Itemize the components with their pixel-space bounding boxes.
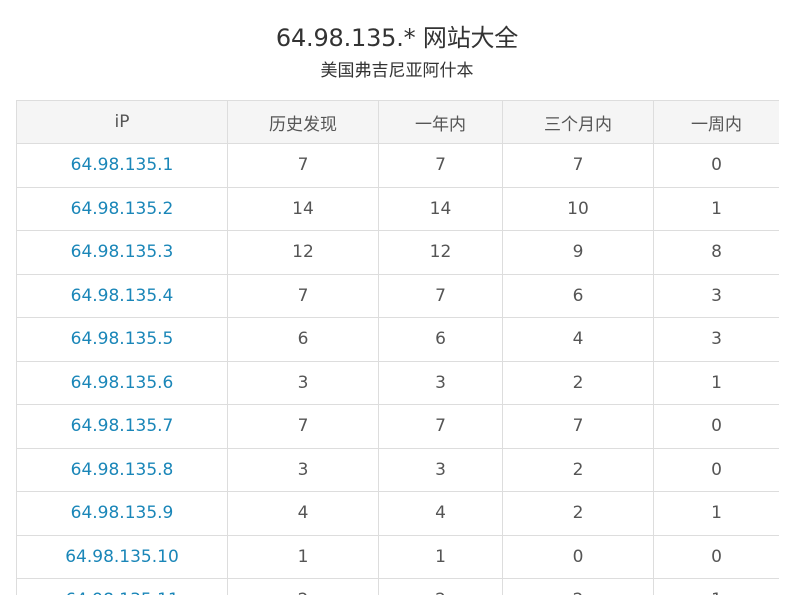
ip-link[interactable]: 64.98.135.3 (71, 242, 174, 262)
three-months-count-cell: 2 (502, 360, 654, 405)
week-count-cell: 0 (653, 447, 779, 492)
ip-cell: 64.98.135.10 (16, 534, 228, 579)
ip-table: iP 历史发现 一年内 三个月内 一周内 64.98.135.1 7 7 7 0 64.9… (16, 100, 779, 595)
ip-link[interactable]: 64.98.135.1 (71, 155, 174, 175)
year-count-cell: 7 (378, 143, 503, 188)
week-count-cell: 0 (653, 404, 779, 449)
column-header-history: 历史发现 (227, 100, 379, 144)
history-count-cell: 3 (227, 447, 379, 492)
table-row: 64.98.135.6 3 3 2 1 (16, 360, 779, 405)
week-count-cell: 1 (653, 578, 779, 595)
table-header: iP 历史发现 一年内 三个月内 一周内 (16, 100, 779, 144)
three-months-count-cell: 2 (502, 447, 654, 492)
column-header-ip: iP (16, 100, 228, 144)
table-row: 64.98.135.7 7 7 7 0 (16, 404, 779, 449)
week-count-cell: 3 (653, 273, 779, 318)
ip-link[interactable]: 64.98.135.4 (71, 286, 174, 306)
page-subtitle: 美国弗吉尼亚阿什本 (320, 61, 474, 81)
three-months-count-cell: 2 (502, 491, 654, 536)
year-count-cell: 6 (378, 317, 503, 362)
ip-cell: 64.98.135.6 (16, 360, 228, 405)
column-header-year: 一年内 (378, 100, 503, 144)
column-header-week: 一周内 (653, 100, 779, 144)
table-row: 64.98.135.4 7 7 6 3 (16, 273, 779, 318)
ip-cell: 64.98.135.4 (16, 273, 228, 318)
year-count-cell: 2 (378, 578, 503, 595)
year-count-cell: 12 (378, 230, 503, 275)
three-months-count-cell: 6 (502, 273, 654, 318)
three-months-count-cell: 2 (502, 578, 654, 595)
three-months-count-cell: 7 (502, 143, 654, 188)
ip-link[interactable]: 64.98.135.5 (71, 329, 174, 349)
week-count-cell: 0 (653, 534, 779, 579)
three-months-count-cell: 9 (502, 230, 654, 275)
column-header-three-months: 三个月内 (502, 100, 654, 144)
year-count-cell: 4 (378, 491, 503, 536)
history-count-cell: 1 (227, 534, 379, 579)
week-count-cell: 8 (653, 230, 779, 275)
three-months-count-cell: 0 (502, 534, 654, 579)
ip-cell: 64.98.135.3 (16, 230, 228, 275)
ip-link[interactable]: 64.98.135.8 (71, 460, 174, 480)
table-row: 64.98.135.8 3 3 2 0 (16, 447, 779, 492)
three-months-count-cell: 7 (502, 404, 654, 449)
week-count-cell: 0 (653, 143, 779, 188)
history-count-cell: 7 (227, 143, 379, 188)
page-title: 64.98.135.* 网站大全 (275, 24, 519, 52)
history-count-cell: 14 (227, 186, 379, 231)
ip-cell: 64.98.135.2 (16, 186, 228, 231)
history-count-cell: 3 (227, 360, 379, 405)
ip-cell: 64.98.135.9 (16, 491, 228, 536)
table-row: 64.98.135.2 14 14 10 1 (16, 186, 779, 231)
history-count-cell: 6 (227, 317, 379, 362)
week-count-cell: 1 (653, 491, 779, 536)
ip-link[interactable]: 64.98.135.11 (65, 590, 179, 595)
ip-cell: 64.98.135.5 (16, 317, 228, 362)
ip-link[interactable]: 64.98.135.6 (71, 373, 174, 393)
history-count-cell: 2 (227, 578, 379, 595)
year-count-cell: 7 (378, 404, 503, 449)
year-count-cell: 3 (378, 447, 503, 492)
week-count-cell: 3 (653, 317, 779, 362)
table-row: 64.98.135.1 7 7 7 0 (16, 143, 779, 188)
week-count-cell: 1 (653, 186, 779, 231)
ip-cell: 64.98.135.7 (16, 404, 228, 449)
ip-cell: 64.98.135.1 (16, 143, 228, 188)
year-count-cell: 1 (378, 534, 503, 579)
table-header-row: iP 历史发现 一年内 三个月内 一周内 (16, 100, 779, 144)
ip-link[interactable]: 64.98.135.2 (71, 199, 174, 219)
week-count-cell: 1 (653, 360, 779, 405)
table-row: 64.98.135.3 12 12 9 8 (16, 230, 779, 275)
ip-link[interactable]: 64.98.135.7 (71, 416, 174, 436)
ip-link[interactable]: 64.98.135.9 (71, 503, 174, 523)
table-row: 64.98.135.5 6 6 4 3 (16, 317, 779, 362)
history-count-cell: 7 (227, 273, 379, 318)
history-count-cell: 12 (227, 230, 379, 275)
year-count-cell: 14 (378, 186, 503, 231)
ip-cell: 64.98.135.11 (16, 578, 228, 595)
table-row: 64.98.135.9 4 4 2 1 (16, 491, 779, 536)
history-count-cell: 4 (227, 491, 379, 536)
year-count-cell: 3 (378, 360, 503, 405)
year-count-cell: 7 (378, 273, 503, 318)
three-months-count-cell: 4 (502, 317, 654, 362)
table-row: 64.98.135.10 1 1 0 0 (16, 534, 779, 579)
ip-link[interactable]: 64.98.135.10 (65, 547, 179, 567)
table-body: 64.98.135.1 7 7 7 0 64.98.135.2 14 14 10 1 64.98.1… (16, 143, 779, 595)
three-months-count-cell: 10 (502, 186, 654, 231)
history-count-cell: 7 (227, 404, 379, 449)
ip-table-container: iP 历史发现 一年内 三个月内 一周内 64.98.135.1 7 7 7 0 64.9… (16, 100, 779, 595)
ip-cell: 64.98.135.8 (16, 447, 228, 492)
table-row: 64.98.135.112221 (16, 578, 779, 595)
